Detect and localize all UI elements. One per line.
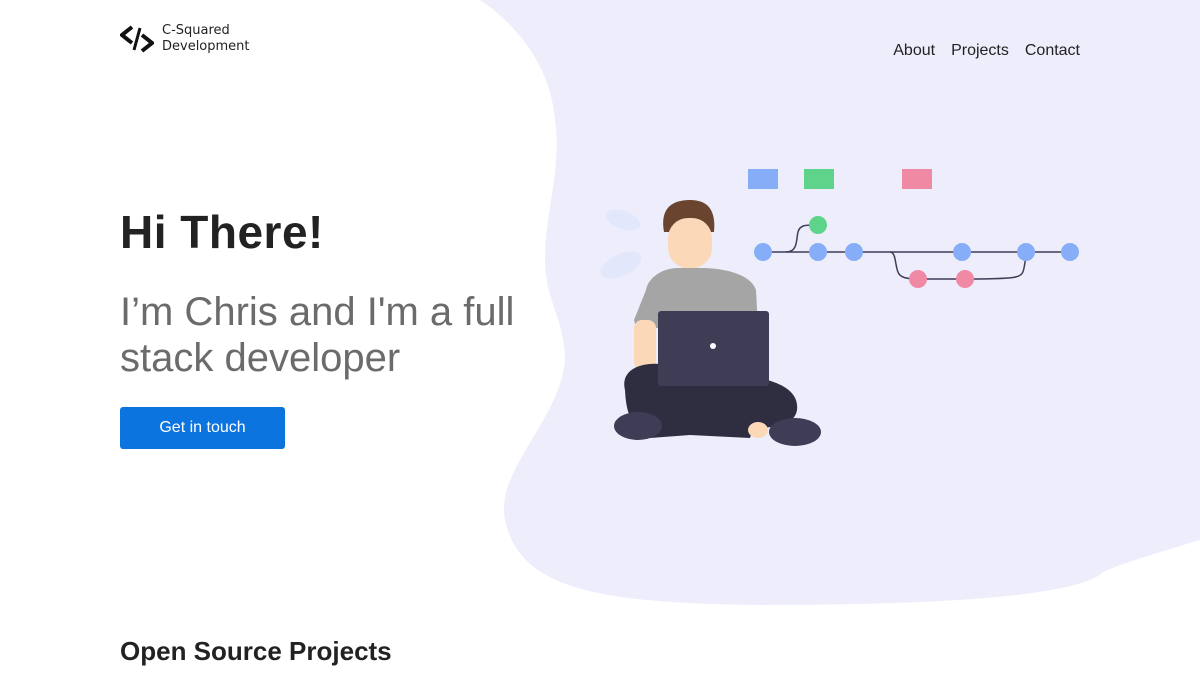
open-source-projects-heading: Open Source Projects bbox=[120, 636, 392, 666]
site-header: C-Squared Development About Projects Con… bbox=[120, 20, 1080, 70]
person-figure bbox=[614, 200, 821, 446]
nav-link-contact[interactable]: Contact bbox=[1025, 42, 1080, 60]
main-nav: About Projects Contact bbox=[893, 42, 1080, 60]
brand-name-line2: Development bbox=[162, 39, 250, 54]
code-brackets-logo-icon bbox=[120, 25, 154, 53]
developer-illustration bbox=[600, 169, 1079, 446]
hero-subtitle: I’m Chris and I'm a full stack developer bbox=[120, 290, 515, 380]
brand-name: C-Squared Development bbox=[162, 23, 250, 55]
hero-section: Hi There! I’m Chris and I'm a full stack… bbox=[120, 205, 580, 449]
brand-name-line1: C-Squared bbox=[162, 23, 230, 38]
brand-logo[interactable]: C-Squared Development bbox=[120, 22, 250, 56]
status-block-pink bbox=[902, 169, 932, 189]
hero-title: Hi There! bbox=[120, 206, 324, 258]
page: C-Squared Development About Projects Con… bbox=[0, 0, 1200, 675]
leaf-icon bbox=[600, 209, 642, 279]
status-block-green bbox=[804, 169, 834, 189]
get-in-touch-button[interactable]: Get in touch bbox=[120, 407, 285, 449]
status-block-blue bbox=[748, 169, 778, 189]
nav-link-projects[interactable]: Projects bbox=[951, 42, 1009, 60]
nav-link-about[interactable]: About bbox=[893, 42, 935, 60]
